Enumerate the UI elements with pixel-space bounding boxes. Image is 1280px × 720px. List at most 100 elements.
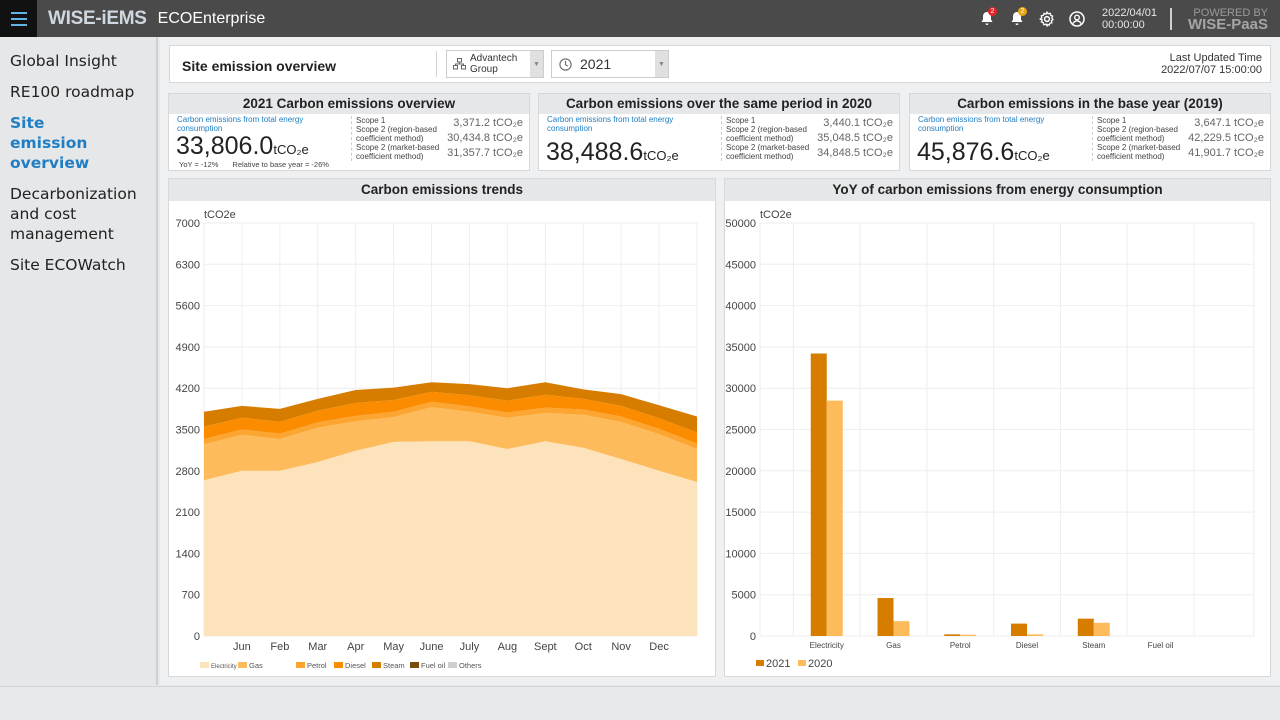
menu-icon [10,10,27,28]
card-label: Carbon emissions from total energy consu… [177,115,304,133]
y-tick-label: 2800 [176,466,200,478]
y-tick-label: 7000 [176,218,200,230]
clock-icon [559,57,572,71]
settings-button[interactable] [1036,8,1058,30]
x-tick-label: Diesel [1016,641,1038,650]
y-tick-label: 3500 [176,425,200,437]
y-tick-label: 6300 [176,259,200,271]
bar-2020-petrol [960,634,977,636]
x-tick-label: Aug [498,641,518,653]
legend-swatch [798,660,806,666]
y-tick-label: 2100 [176,507,200,519]
scope-value: 3,647.1 tCO₂e [1194,117,1264,129]
total-emissions-value: 45,876.6tCO₂e [917,138,1050,170]
scope-value: 3,371.2 tCO₂e [453,117,523,129]
legend-swatch [448,662,457,668]
bar-2021-steam [1077,618,1094,636]
legend-label: Electricity [211,664,237,670]
card-title: Carbon emissions in the base year (2019) [910,94,1270,114]
card-label: Carbon emissions from total energy consu… [918,115,1045,133]
organization-select[interactable]: Advantech Group ▼ [446,50,544,78]
y-axis-label: tCO2e [204,209,236,221]
card-title: Carbon emissions over the same period in… [539,94,899,114]
total-emissions-number: 33,806.0 [176,132,274,160]
bar-2020-electricity [826,400,843,636]
x-tick-label: Steam [1082,641,1105,650]
legend-label: Gas [249,661,263,670]
sidebar-item-site-ecowatch[interactable]: Site ECOWatch [0,255,156,275]
x-tick-label: Oct [575,641,592,653]
notification-count-badge: 2 [1017,6,1027,16]
system-time: 00:00:00 [1101,18,1145,31]
legend-swatch [756,660,764,666]
sidebar-nav: Global Insight RE100 roadmap Site emissi… [0,37,158,685]
scope-value: 31,357.7 tCO₂e [447,147,523,159]
system-date: 2022/04/01 [1101,6,1158,19]
legend-label: Others [459,661,482,670]
last-updated-value: 2022/07/07 15:00:00 [1161,64,1262,76]
x-tick-label: Apr [347,641,364,653]
scope-value: 34,848.5 tCO₂e [817,147,893,159]
x-tick-label: Mar [308,641,327,653]
legend-label: Petrol [307,661,327,670]
legend-label: Diesel [345,661,366,670]
legend-swatch [372,662,381,668]
user-account-button[interactable] [1066,8,1088,30]
sidebar-item-global-insight[interactable]: Global Insight [0,51,156,71]
y-tick-label: 50000 [725,218,756,230]
scope-value: 30,434.8 tCO₂e [447,132,523,144]
bar-2021-electricity [810,353,827,636]
total-emissions-number: 45,876.6 [917,138,1015,166]
year-select[interactable]: 2021 ▼ [551,50,669,78]
y-axis-label: tCO2e [760,209,792,221]
legend-swatch [410,662,419,668]
card-2020-same-period: Carbon emissions over the same period in… [538,93,900,171]
yoy-energy-chart: 0 5000 10000 15000 20000 25000 30000 35000 40000… [725,209,1255,670]
brand-logo: WISE-iEMS [48,7,147,29]
bar-2020-diesel [1027,634,1044,636]
organization-select-value: Advantech Group [470,53,518,75]
legend-swatch [296,662,305,668]
carbon-trends-panel: Carbon emissions trends 0 700 1400 2100 2800… [168,178,716,677]
yoy-energy-panel: YoY of carbon emissions from energy cons… [724,178,1271,677]
hierarchy-icon [453,58,466,70]
relative-base-year-value: Relative to base year = -26% [232,160,329,169]
y-tick-label: 4200 [176,383,200,395]
main-content: Site emission overview Advantech Group ▼… [160,37,1280,685]
x-tick-label: Gas [886,641,901,650]
scope-value: 42,229.5 tCO₂e [1188,132,1264,144]
legend-label: Fuel oil [421,661,446,670]
sidebar-item-decarbonization[interactable]: Decarbonization and cost management [0,184,140,244]
x-tick-label: Fuel oil [1148,641,1174,650]
scope-breakdown: Scope 1 Scope 2 (region-based coefficien… [721,116,893,161]
bar-2020-steam [1093,622,1110,636]
scope-breakdown: Scope 1 Scope 2 (region-based coefficien… [1092,116,1264,161]
bar-2020-gas [893,621,910,636]
last-updated-label: Last Updated Time [1169,52,1262,64]
powered-by-logo: POWERED BY WISE-PaaS [1188,7,1268,32]
hamburger-menu-button[interactable] [0,0,37,37]
y-tick-label: 0 [194,631,200,643]
x-tick-label: Electricity [810,641,844,650]
year-select-value: 2021 [580,56,612,72]
sidebar-item-site-emission-overview[interactable]: Site emission overview [0,113,130,173]
user-icon [1069,10,1085,27]
legend-label: 2020 [808,658,832,670]
sidebar-item-re100-roadmap[interactable]: RE100 roadmap [0,82,156,102]
total-emissions-value: 38,488.6tCO₂e [546,138,679,170]
card-2021-overview: 2021 Carbon emissions overview Carbon em… [168,93,530,171]
card-footnotes: YoY = -12% Relative to base year = -26% [179,160,329,169]
carbon-trends-chart: 0 700 1400 2100 2800 3500 4200 4900 5600 6300 7000… [176,209,698,670]
panel-title: Carbon emissions trends [169,179,715,201]
y-tick-label: 15000 [725,507,756,519]
legend-swatch [200,662,209,668]
x-tick-label: June [420,641,444,653]
x-tick-label: Petrol [950,641,971,650]
legend-label: Steam [383,661,405,670]
y-tick-label: 0 [750,631,756,643]
y-tick-label: 30000 [725,383,756,395]
alarm-count-badge: 2 [987,6,997,16]
gear-icon [1038,10,1054,27]
alarm-bell-button[interactable]: 2 [976,6,998,30]
notification-bell-button[interactable]: 2 [1006,6,1028,30]
